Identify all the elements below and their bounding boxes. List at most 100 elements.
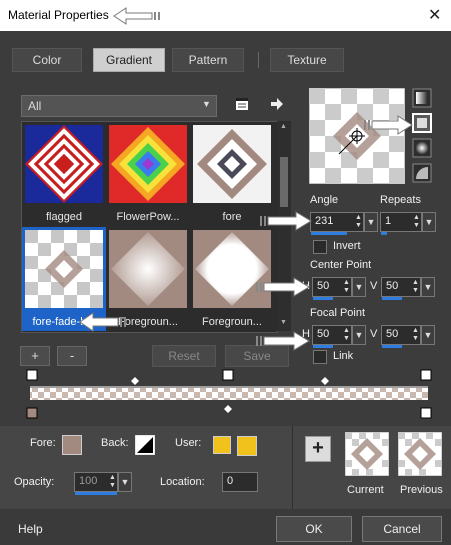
center-h-dropdown-icon[interactable]: ▼ (352, 277, 366, 297)
callout-arrow-icon (113, 7, 160, 25)
spin-arrows-icon[interactable]: ▲ ▼ (343, 327, 350, 343)
angle-input[interactable]: 231 ▲ ▼ (310, 212, 364, 235)
spin-arrows-icon[interactable]: ▲ ▼ (412, 279, 419, 295)
center-h-input[interactable]: 50 ▲ ▼ (312, 277, 352, 300)
user-swatch-2[interactable] (237, 436, 257, 456)
opacity-label: Opacity: (14, 476, 55, 488)
remove-gradient-button[interactable]: - (57, 346, 87, 366)
tab-texture[interactable]: Texture (270, 48, 344, 72)
link-label: Link (333, 350, 354, 362)
repeats-value: 1 (385, 215, 392, 227)
location-value: 0 (227, 475, 234, 487)
angle-value: 231 (315, 215, 334, 227)
fore-label: Fore: (30, 437, 56, 449)
callout-arrow-icon (79, 312, 126, 332)
center-v-value: 50 (386, 280, 399, 292)
focal-h-level (313, 345, 333, 348)
callout-arrow-icon (256, 277, 310, 297)
center-v-input[interactable]: 50 ▲ ▼ (381, 277, 421, 300)
location-input[interactable]: 0 (222, 472, 258, 492)
spin-arrows-icon[interactable]: ▲ ▼ (355, 214, 362, 230)
window-title: Material Properties (8, 8, 109, 22)
opacity-value: 100 (79, 475, 98, 487)
previous-label: Previous (400, 484, 443, 496)
gallery-item-label: Foregroun... (202, 316, 262, 328)
radial-style-icon[interactable] (412, 163, 432, 183)
center-h-level (313, 297, 333, 300)
gradient-thumb-flagged[interactable] (25, 125, 103, 203)
tab-divider (258, 52, 259, 68)
category-value: All (28, 99, 42, 113)
focal-point-label: Focal Point (310, 307, 366, 319)
center-v-level (382, 297, 402, 300)
angle-level (311, 232, 347, 235)
center-point-label: Center Point (310, 259, 372, 271)
gradient-thumb-foreground-1[interactable] (109, 230, 187, 308)
center-h-value: 50 (317, 280, 330, 292)
user-swatch-1[interactable] (213, 436, 231, 454)
linear-style-icon[interactable] (412, 88, 432, 108)
user-label: User: (175, 437, 202, 449)
gallery-item-label: FlowerPow... (116, 211, 180, 223)
gradient-editor-bar[interactable] (26, 368, 432, 420)
spin-arrows-icon[interactable]: ▲ ▼ (343, 279, 350, 295)
focal-v-input[interactable]: 50 ▲ ▼ (381, 325, 421, 348)
focal-v-letter: V (370, 328, 378, 340)
scroll-up-icon[interactable]: ▲ (280, 123, 287, 130)
repeats-dropdown-icon[interactable]: ▼ (422, 212, 436, 232)
center-v-dropdown-icon[interactable]: ▼ (421, 277, 435, 297)
angle-dropdown-icon[interactable]: ▼ (364, 212, 378, 232)
ok-button[interactable]: OK (276, 516, 352, 542)
callout-arrow-icon (260, 211, 312, 231)
link-checkbox[interactable] (313, 350, 327, 364)
tab-color[interactable]: Color (12, 48, 82, 72)
center-v-letter: V (370, 280, 378, 292)
scroll-thumb[interactable] (280, 157, 288, 207)
add-gradient-button[interactable]: + (20, 346, 50, 366)
repeats-label: Repeats (380, 194, 421, 206)
add-to-swatches-button[interactable]: + (305, 436, 331, 462)
opacity-input[interactable]: 100 ▲ ▼ (74, 472, 118, 495)
help-button[interactable]: Help (18, 522, 43, 536)
focal-h-dropdown-icon[interactable]: ▼ (352, 325, 366, 345)
close-button[interactable]: ✕ (428, 5, 441, 25)
location-label: Location: (160, 476, 205, 488)
background-swatch[interactable] (135, 435, 155, 455)
focal-v-value: 50 (386, 328, 399, 340)
spin-arrows-icon[interactable]: ▲ ▼ (109, 474, 116, 490)
opacity-dropdown-icon[interactable]: ▼ (118, 472, 132, 492)
current-material-swatch[interactable] (345, 432, 389, 476)
focal-h-value: 50 (317, 328, 330, 340)
scroll-down-icon[interactable]: ▼ (280, 319, 287, 326)
focal-v-level (382, 345, 402, 348)
callout-arrow-icon (364, 115, 413, 135)
category-dropdown[interactable]: All ▼ (21, 95, 217, 117)
gradient-thumb-fore-fade[interactable] (25, 230, 103, 308)
callout-arrow-icon (256, 331, 310, 351)
gradient-list-icon[interactable] (234, 96, 250, 112)
previous-material-swatch[interactable] (398, 432, 442, 476)
gradient-thumb-flowerpower[interactable] (109, 125, 187, 203)
focal-h-input[interactable]: 50 ▲ ▼ (312, 325, 352, 348)
panel-divider (292, 426, 293, 509)
spin-arrows-icon[interactable]: ▲ ▼ (412, 327, 419, 343)
invert-checkbox[interactable] (313, 240, 327, 254)
chevron-down-icon: ▼ (202, 99, 211, 109)
spin-arrows-icon[interactable]: ▲ ▼ (413, 214, 420, 230)
foreground-swatch[interactable] (62, 435, 82, 455)
gallery-item-label: flagged (45, 211, 83, 223)
sunburst-style-icon[interactable] (412, 138, 432, 158)
gradient-thumb-fore[interactable] (193, 125, 271, 203)
tab-pattern[interactable]: Pattern (172, 48, 244, 72)
focal-v-dropdown-icon[interactable]: ▼ (421, 325, 435, 345)
cancel-button[interactable]: Cancel (362, 516, 442, 542)
arrow-right-icon[interactable] (270, 97, 284, 111)
angle-label: Angle (310, 194, 339, 206)
back-label: Back: (101, 437, 129, 449)
rectangular-style-icon[interactable] (412, 113, 432, 133)
repeats-input[interactable]: 1 ▲ ▼ (380, 212, 422, 235)
reset-button[interactable]: Reset (152, 345, 216, 367)
invert-label: Invert (333, 240, 361, 252)
tab-gradient[interactable]: Gradient (93, 48, 165, 72)
repeats-level (381, 232, 387, 235)
